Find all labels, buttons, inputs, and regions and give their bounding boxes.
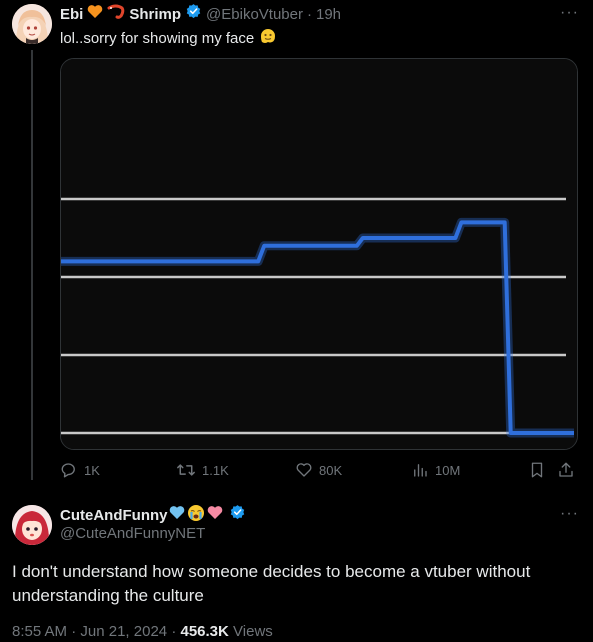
reply-text: I don't understand how someone decides t… (12, 562, 531, 605)
light-blue-heart-icon (169, 505, 185, 525)
meta-separator: · (71, 623, 77, 640)
like-button[interactable]: 80K (295, 461, 342, 479)
reply-date[interactable]: Jun 21, 2024 (80, 623, 167, 640)
tweet-body: lol..sorry for showing my face (60, 27, 277, 49)
reply-meta: 8:55 AM · Jun 21, 2024 · 456.3K Views (12, 623, 273, 640)
author-name-secondary[interactable]: Shrimp (129, 6, 181, 23)
share-icon (557, 462, 575, 483)
separator-dot: · (306, 5, 312, 23)
bookmark-button[interactable] (528, 461, 546, 484)
author-handle[interactable]: @EbikoVtuber (206, 6, 303, 23)
more-options-button[interactable]: ··· (560, 4, 579, 22)
repost-button[interactable]: 1.1K (176, 461, 229, 479)
tweet-header: Ebi Shrimp @EbikoVtuber · 19h (60, 4, 341, 24)
reply-avatar-illustration (12, 505, 52, 545)
avatar-illustration (12, 4, 52, 44)
author-name[interactable]: Ebi (60, 6, 83, 23)
reply-icon (60, 461, 78, 479)
tweet-time[interactable]: 19h (316, 6, 341, 23)
chart-background (61, 59, 577, 449)
tweet-text: lol..sorry for showing my face (60, 29, 255, 47)
shrimp-icon (107, 4, 125, 25)
line-chart (61, 59, 577, 449)
views-count: 10M (435, 462, 461, 478)
repost-count: 1.1K (202, 462, 229, 478)
heart-icon (295, 461, 313, 479)
author-avatar[interactable] (12, 4, 52, 44)
views-button[interactable]: 10M (411, 461, 460, 479)
reply-author-avatar[interactable] (12, 505, 52, 545)
like-count: 80K (319, 462, 343, 478)
reply-header: CuteAndFunny (60, 504, 246, 527)
bookmark-icon (528, 462, 546, 483)
crying-face-icon (187, 504, 205, 527)
repost-icon (176, 461, 196, 479)
reply-views-count: 456.3K (180, 623, 229, 640)
reply-time[interactable]: 8:55 AM (12, 623, 67, 640)
tweet-media-chart[interactable] (60, 58, 578, 450)
pink-heart-icon (207, 505, 223, 525)
thread-line (31, 50, 33, 480)
analytics-icon (411, 461, 429, 479)
share-button[interactable] (557, 461, 575, 484)
reply-button[interactable]: 1K (60, 461, 100, 479)
reply-count: 1K (84, 462, 100, 478)
verified-badge-icon (185, 3, 202, 25)
reply-author-handle[interactable]: @CuteAndFunnyNET (60, 525, 205, 542)
melting-face-icon (259, 27, 277, 49)
reply-author-name[interactable]: CuteAndFunny (60, 507, 167, 524)
reply-more-options-button[interactable]: ··· (560, 505, 579, 523)
meta-separator: · (171, 623, 177, 640)
reply-verified-badge-icon (229, 504, 246, 526)
orange-heart-icon (87, 4, 103, 24)
reply-views-label: Views (233, 623, 273, 640)
